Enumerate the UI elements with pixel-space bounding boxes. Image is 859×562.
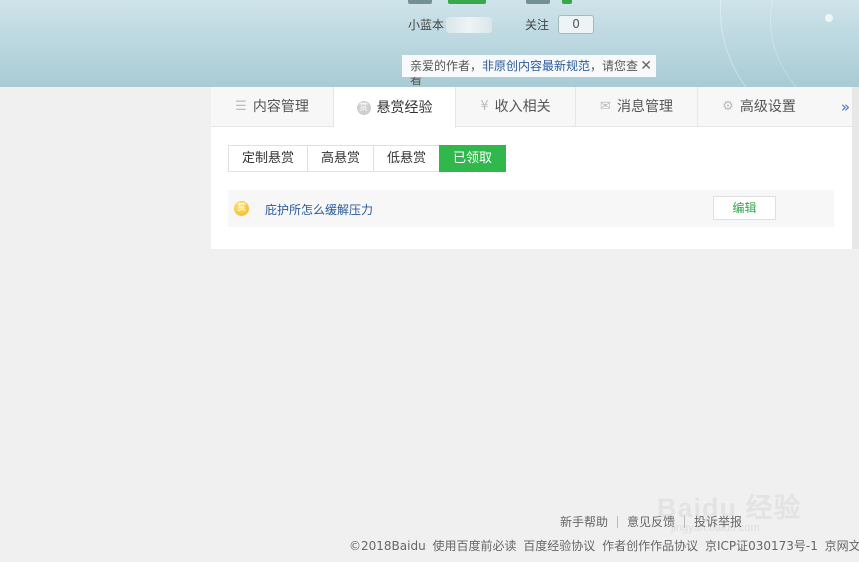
tab-label: 收入相关 bbox=[494, 99, 551, 115]
side-panel-edge bbox=[852, 87, 859, 249]
divider bbox=[617, 515, 619, 528]
subtab-high-reward[interactable]: 高悬赏 bbox=[307, 145, 374, 172]
cropped-stat-value bbox=[448, 0, 486, 4]
list-item: 赏 庇护所怎么缓解压力 编辑 bbox=[228, 190, 834, 227]
reward-filter-tabs: 定制悬赏 高悬赏 低悬赏 已领取 bbox=[228, 145, 507, 172]
close-icon[interactable]: ✕ bbox=[640, 55, 652, 77]
footer-links: 新手帮助 意见反馈 投诉举报 bbox=[560, 513, 742, 530]
tab-label: 消息管理 bbox=[616, 99, 673, 115]
footer-link-feedback[interactable]: 意见反馈 bbox=[627, 513, 675, 530]
tab-label: 悬赏经验 bbox=[376, 99, 433, 116]
author-notice: 亲爱的作者，非原创内容最新规范，请您查 ✕ bbox=[402, 55, 656, 77]
tab-label: 高级设置 bbox=[739, 99, 796, 115]
follow-count[interactable]: 0 bbox=[558, 15, 595, 34]
list-icon: ☰ bbox=[235, 99, 247, 114]
cropped-stat-value bbox=[562, 0, 572, 4]
tab-advanced-settings[interactable]: ⚙ 高级设置 bbox=[698, 87, 820, 127]
footer-link-help[interactable]: 新手帮助 bbox=[560, 513, 608, 530]
username-blurred bbox=[446, 16, 493, 33]
subtab-custom-reward[interactable]: 定制悬赏 bbox=[228, 145, 308, 172]
follow-stat: 关注 0 bbox=[525, 15, 595, 34]
mail-icon: ✉ bbox=[600, 99, 611, 114]
notice-link[interactable]: 非原创内容最新规范 bbox=[482, 59, 590, 73]
list-item-title[interactable]: 庇护所怎么缓解压力 bbox=[265, 201, 373, 218]
follow-label: 关注 bbox=[525, 18, 550, 32]
subtab-claimed[interactable]: 已领取 bbox=[439, 145, 507, 172]
reward-icon: 赏 bbox=[356, 100, 371, 115]
footer-link-report[interactable]: 投诉举报 bbox=[694, 513, 742, 530]
banner-dot bbox=[825, 14, 833, 22]
notice-suffix: ，请您查 bbox=[590, 59, 639, 73]
edit-button[interactable]: 编辑 bbox=[713, 196, 776, 220]
baidu-jingyan-watermark: Baidu 经验 jingyan.baidu.com bbox=[657, 468, 857, 544]
subtab-low-reward[interactable]: 低悬赏 bbox=[373, 145, 440, 172]
more-tabs-button[interactable]: » bbox=[841, 87, 850, 127]
notice-prefix: 亲爱的作者， bbox=[410, 59, 483, 73]
tab-label: 内容管理 bbox=[252, 99, 309, 115]
tab-income[interactable]: ¥ 收入相关 bbox=[456, 87, 576, 127]
main-panel: ☰ 内容管理 赏 悬赏经验 ¥ 收入相关 ✉ 消息管理 ⚙ 高级设置 » 定制悬… bbox=[211, 87, 854, 249]
divider bbox=[684, 515, 686, 528]
notice-overflow-text: 看 bbox=[410, 77, 423, 87]
tab-messages[interactable]: ✉ 消息管理 bbox=[576, 87, 698, 127]
gear-icon: ⚙ bbox=[722, 99, 734, 114]
copyright-line: ©2018Baidu 使用百度前必读 百度经验协议 作者创作作品协议 京ICP证… bbox=[349, 539, 859, 553]
cropped-stat-label bbox=[408, 0, 432, 4]
tab-bar: ☰ 内容管理 赏 悬赏经验 ¥ 收入相关 ✉ 消息管理 ⚙ 高级设置 bbox=[211, 87, 854, 128]
username-text: 小蓝本 bbox=[408, 18, 445, 32]
cropped-stat-label bbox=[526, 0, 550, 4]
tab-reward-experience[interactable]: 赏 悬赏经验 bbox=[334, 87, 456, 128]
yen-icon: ¥ bbox=[480, 99, 489, 114]
tab-content-management[interactable]: ☰ 内容管理 bbox=[211, 87, 334, 127]
username[interactable]: 小蓝本 bbox=[408, 16, 493, 33]
reward-badge-icon: 赏 bbox=[234, 201, 249, 216]
notice-overflow: 看 bbox=[402, 77, 442, 87]
